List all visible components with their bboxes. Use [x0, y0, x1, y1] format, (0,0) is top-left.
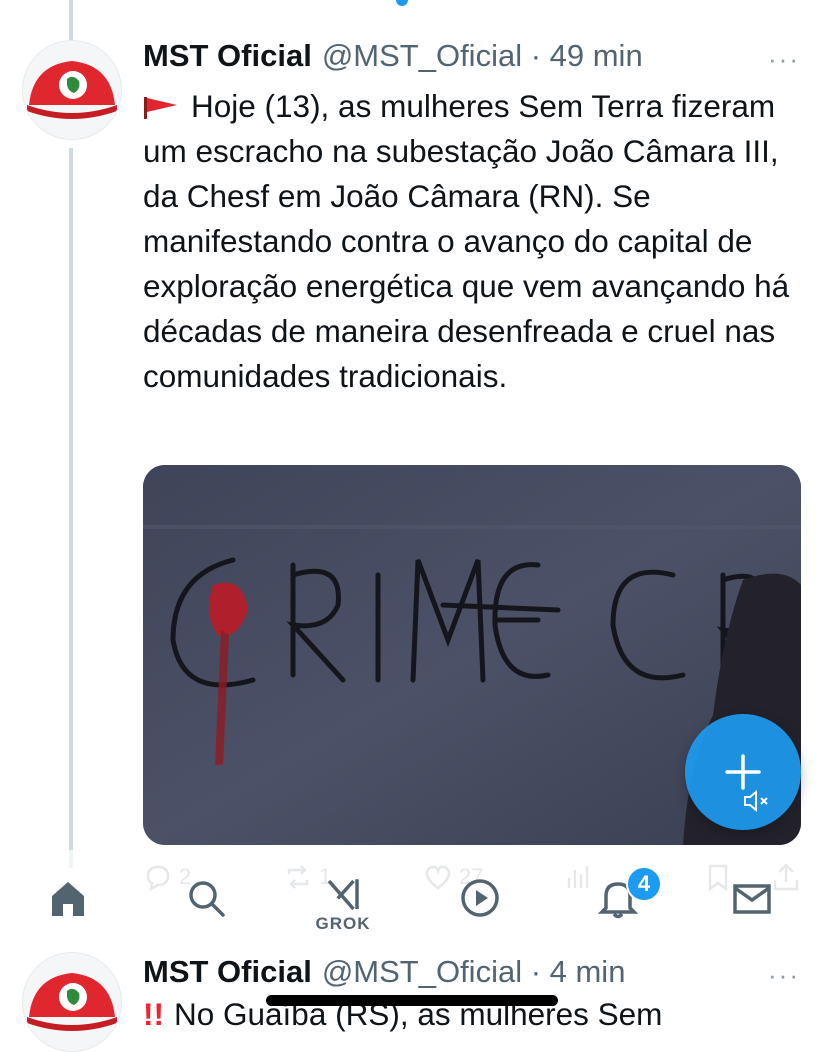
- thread-line-top: [69, 0, 73, 40]
- grok-icon: [327, 879, 359, 911]
- nav-grok[interactable]: GROK: [313, 874, 373, 934]
- more-options-button-2[interactable]: ···: [768, 960, 800, 991]
- nav-home[interactable]: [38, 874, 98, 934]
- tweet-header: MST Oficial @MST_Oficial · 49 min: [143, 34, 643, 78]
- nav-messages[interactable]: [722, 874, 782, 934]
- mst-cap-avatar[interactable]: [22, 40, 122, 140]
- home-icon: [52, 882, 84, 916]
- play-icon: [461, 879, 499, 917]
- thread-line: [69, 148, 73, 868]
- more-options-button[interactable]: ···: [768, 44, 800, 75]
- search-icon: [189, 881, 225, 917]
- author-handle-time-2[interactable]: @MST_Oficial · 4 min: [322, 954, 626, 990]
- double-exclamation: !!: [143, 996, 164, 1032]
- nav-search[interactable]: [176, 874, 236, 934]
- author-name[interactable]: MST Oficial: [143, 38, 312, 74]
- thread-dot: [396, 0, 408, 6]
- grok-label: GROK: [315, 914, 371, 933]
- red-flag-icon: [144, 97, 177, 119]
- bottom-navigation: GROK: [0, 850, 822, 950]
- tweet2-header: MST Oficial @MST_Oficial · 4 min: [143, 950, 625, 994]
- nav-videos[interactable]: [450, 874, 510, 934]
- notifications-badge: 4: [626, 866, 662, 902]
- tweet-body: Hoje (13), as mulheres Sem Terra fizeram…: [143, 88, 790, 394]
- mute-icon[interactable]: [743, 790, 771, 812]
- author-name-2[interactable]: MST Oficial: [143, 954, 312, 990]
- compose-fab-button[interactable]: [685, 714, 801, 830]
- author-handle-time[interactable]: @MST_Oficial · 49 min: [322, 38, 643, 74]
- home-indicator[interactable]: [266, 995, 558, 1006]
- mail-icon: [733, 884, 771, 914]
- mst-cap-avatar-2[interactable]: [22, 952, 122, 1052]
- tweet-text: Hoje (13), as mulheres Sem Terra fizeram…: [143, 84, 803, 399]
- plus-icon: [725, 754, 761, 790]
